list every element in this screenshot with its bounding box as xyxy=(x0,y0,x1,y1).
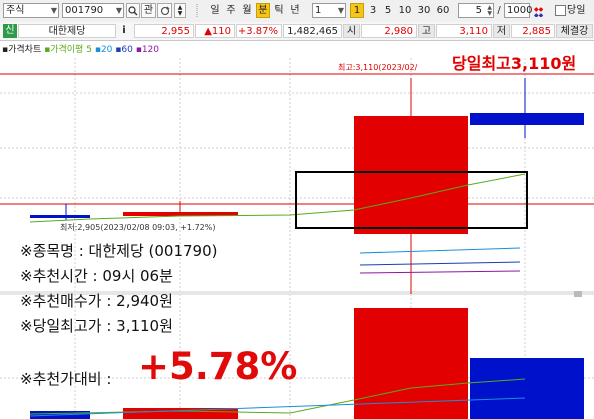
count-input[interactable]: 1000 xyxy=(504,3,533,18)
stock-code-input[interactable]: 001790 ▼ xyxy=(62,3,124,18)
svg-text:◆◆: ◆◆ xyxy=(534,12,544,17)
max-price-label: 최고:3,110(2023/02/ xyxy=(338,63,418,72)
chart-legend: ▪가격차트 ▪가격이평 5 ▪20 ▪60 ▪120 xyxy=(2,45,159,56)
candle-body xyxy=(30,215,90,218)
stepper-button[interactable]: ▲ ▼ xyxy=(174,3,186,18)
recommend-ratio-label: ※추천가대비 : xyxy=(20,370,112,388)
stock-code-text: 001790 xyxy=(65,5,104,16)
preset-5[interactable]: 5 xyxy=(382,3,394,18)
market-label: 주식 xyxy=(6,5,25,16)
high-label: 고 xyxy=(418,24,435,38)
separator-icon xyxy=(195,3,199,18)
stock-name-line: ※종목명 : 대한제당 (001790) xyxy=(20,242,218,260)
step-spinner[interactable]: 5 ▲ ▼ xyxy=(458,3,494,18)
slash-separator: / xyxy=(497,5,501,16)
chevron-down-icon: ▼ xyxy=(337,6,344,15)
volume: 1,482,465 xyxy=(283,24,342,38)
min-price-label: 최저:2,905(2023/02/08 09:03, +1.72%) xyxy=(60,223,216,232)
high-price: 3,110 xyxy=(436,24,492,38)
change-amount: ▲110 xyxy=(195,24,235,38)
same-day-checkbox[interactable] xyxy=(555,5,566,16)
preset-1[interactable]: 1 xyxy=(350,3,364,18)
top-toolbar: 주식 ▼ 001790 ▼ 관 ▲ ▼ 일 주 월 분 틱 년 1 ▼ 1 3 … xyxy=(0,0,594,23)
preset-10[interactable]: 10 xyxy=(397,3,413,18)
period-minute[interactable]: 분 xyxy=(256,3,270,18)
legend-ma20: 20 xyxy=(100,45,113,55)
ma120-line xyxy=(359,270,521,274)
legend-price-chart: 가격차트 xyxy=(8,45,42,55)
count-value: 1000 xyxy=(507,5,533,16)
market-select[interactable]: 주식 ▼ xyxy=(3,3,59,18)
preset-30[interactable]: 30 xyxy=(416,3,432,18)
period-year[interactable]: 년 xyxy=(288,3,302,18)
gwan-button[interactable]: 관 xyxy=(141,3,156,18)
candle-body xyxy=(470,113,584,125)
interval-select[interactable]: 1 ▼ xyxy=(312,3,346,18)
legend-ma-label: 가격이평 xyxy=(50,45,84,55)
high-price-callout: 당일최고3,110원 xyxy=(452,54,577,73)
legend-ma120: 120 xyxy=(141,45,159,55)
period-day[interactable]: 일 xyxy=(208,3,222,18)
volume-bar xyxy=(470,358,584,419)
recommend-ratio-value: +5.78% xyxy=(138,345,298,388)
chevron-down-icon: ▼ xyxy=(115,6,122,15)
stock-name: 대한제당 xyxy=(18,24,116,38)
refresh-icon xyxy=(160,6,169,15)
open-label: 시 xyxy=(343,24,360,38)
chevron-down-icon: ▼ xyxy=(50,6,57,15)
interval-value: 1 xyxy=(315,5,322,16)
period-month[interactable]: 월 xyxy=(240,3,254,18)
search-icon xyxy=(128,5,138,15)
legend-ma60: 60 xyxy=(121,45,133,55)
legend-ma5: 5 xyxy=(86,45,92,55)
arrow-down-icon: ▼ xyxy=(177,9,183,17)
same-day-label: 당일 xyxy=(567,5,586,16)
step-value: 5 xyxy=(475,5,482,16)
open-price: 2,980 xyxy=(361,24,417,38)
volume-bar xyxy=(123,408,238,419)
preset-3[interactable]: 3 xyxy=(367,3,379,18)
period-week[interactable]: 주 xyxy=(224,3,238,18)
spin-icon: ▲ ▼ xyxy=(487,4,492,17)
candle-body xyxy=(354,116,468,234)
search-button[interactable] xyxy=(126,3,140,18)
toggle-icon[interactable]: ◆◆ ◆◆ xyxy=(533,3,547,18)
low-label: 저 xyxy=(493,24,510,38)
refresh-button[interactable] xyxy=(157,3,172,18)
panel-resize-handle xyxy=(574,291,582,297)
period-tick[interactable]: 틱 xyxy=(272,3,286,18)
current-price: 2,955 xyxy=(134,24,194,38)
quote-bar: 신 대한제당 i 2,955 ▲110 +3.87% 1,482,465 시 2… xyxy=(0,22,594,41)
trade-strength-button[interactable]: 체결강 xyxy=(556,24,593,38)
info-button[interactable]: i xyxy=(119,24,129,38)
day-high-price-line: ※당일최고가 : 3,110원 xyxy=(20,317,173,335)
low-price: 2,885 xyxy=(511,24,555,38)
preset-60[interactable]: 60 xyxy=(435,3,451,18)
recommend-buy-price-line: ※추천매수가 : 2,940원 xyxy=(20,292,173,310)
toggle-glyph: ◆◆◆◆ xyxy=(534,6,544,17)
sin-badge: 신 xyxy=(3,24,17,38)
recommend-time-line: ※추천시간 : 09시 06분 xyxy=(20,267,173,285)
ma60-line xyxy=(359,261,521,266)
ma20-line xyxy=(359,247,521,254)
change-percent: +3.87% xyxy=(236,24,282,38)
